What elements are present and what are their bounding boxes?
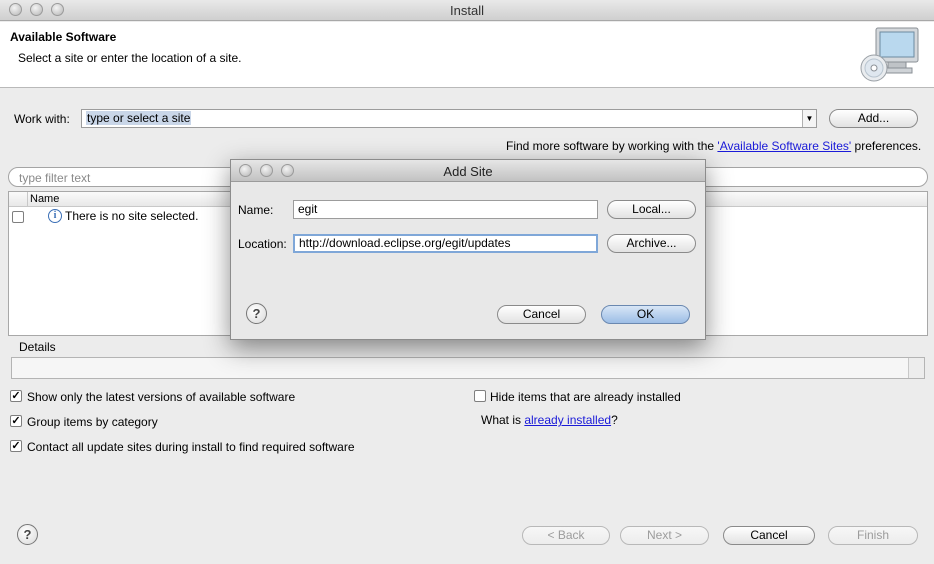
row-checkbox[interactable] — [12, 211, 24, 223]
already-installed-link[interactable]: already installed — [524, 413, 611, 427]
work-with-combo[interactable]: type or select a site — [81, 109, 817, 128]
group-by-category-label: Group items by category — [27, 415, 158, 429]
name-field[interactable]: egit — [293, 200, 598, 219]
what-is-prefix: What is — [481, 413, 525, 427]
filter-placeholder: type filter text — [19, 171, 91, 185]
location-label: Location: — [238, 237, 287, 251]
combo-dropdown-arrow-icon[interactable]: ▼ — [802, 110, 816, 127]
hide-installed-checkbox[interactable] — [474, 390, 486, 402]
find-more-text: Find more software by working with the '… — [506, 139, 921, 153]
add-site-button[interactable]: Add... — [829, 109, 918, 128]
show-latest-checkbox[interactable]: ✓ — [10, 390, 22, 402]
hide-installed-label: Hide items that are already installed — [490, 390, 681, 404]
find-more-prefix: Find more software by working with the — [506, 139, 718, 153]
name-label: Name: — [238, 203, 274, 217]
back-button[interactable]: < Back — [522, 526, 610, 545]
finish-button[interactable]: Finish — [828, 526, 918, 545]
window-title: Install — [450, 3, 484, 18]
info-icon: i — [48, 209, 62, 223]
work-with-value: type or select a site — [86, 111, 192, 125]
details-area — [11, 357, 925, 379]
wizard-header: Available Software Select a site or ente… — [0, 22, 934, 88]
contact-all-sites-checkbox[interactable]: ✓ — [10, 440, 22, 452]
what-is-installed-text: What is already installed? — [481, 413, 618, 427]
show-latest-label: Show only the latest versions of availab… — [27, 390, 296, 404]
wizard-subtitle: Select a site or enter the location of a… — [18, 51, 242, 65]
add-site-dialog: Add Site Name: egit Local... Location: h… — [230, 159, 706, 340]
work-with-label: Work with: — [14, 112, 70, 126]
dialog-cancel-button[interactable]: Cancel — [497, 305, 586, 324]
local-button[interactable]: Local... — [607, 200, 696, 219]
find-more-suffix: preferences. — [851, 139, 922, 153]
archive-button[interactable]: Archive... — [607, 234, 696, 253]
details-label: Details — [19, 340, 56, 354]
column-divider — [27, 192, 28, 207]
dialog-ok-button[interactable]: OK — [601, 305, 690, 324]
location-field[interactable]: http://download.eclipse.org/egit/updates — [293, 234, 598, 253]
details-scrollbar[interactable] — [908, 358, 924, 378]
table-empty-message: There is no site selected. — [65, 209, 199, 223]
available-software-sites-link[interactable]: 'Available Software Sites' — [717, 139, 851, 153]
contact-all-sites-label: Contact all update sites during install … — [27, 440, 355, 454]
help-icon[interactable]: ? — [17, 524, 38, 545]
install-computer-icon — [858, 26, 922, 84]
wizard-title: Available Software — [10, 30, 117, 44]
column-header-name[interactable]: Name — [30, 193, 59, 205]
what-is-suffix: ? — [611, 413, 618, 427]
dialog-help-icon[interactable]: ? — [246, 303, 267, 324]
group-by-category-checkbox[interactable]: ✓ — [10, 415, 22, 427]
next-button[interactable]: Next > — [620, 526, 709, 545]
dialog-title: Add Site — [443, 164, 493, 179]
cancel-button[interactable]: Cancel — [723, 526, 815, 545]
